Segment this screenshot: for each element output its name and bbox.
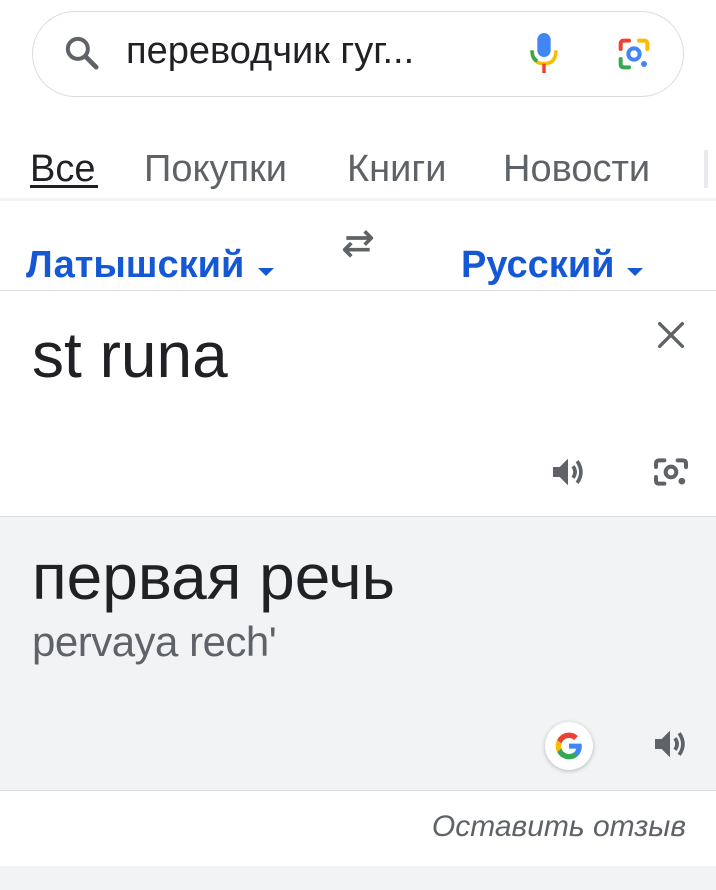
swap-languages-icon[interactable] [338,226,378,260]
source-language-label: Латышский [26,244,245,286]
feedback-link[interactable]: Оставить отзыв [432,810,686,844]
google-translate-button[interactable] [545,722,593,770]
target-language-select[interactable]: Русский [461,244,615,287]
close-icon[interactable] [654,318,688,352]
google-g-icon [555,732,582,760]
tab-news[interactable]: Новости [503,148,650,191]
speaker-icon[interactable] [548,452,588,492]
divider [0,290,716,291]
target-language-label: Русский [461,244,615,286]
active-tab-underline [30,185,98,188]
search-icon [65,36,99,70]
chevron-down-icon [627,268,643,276]
chevron-down-icon [258,268,274,276]
bottom-band [0,866,716,890]
tab-books[interactable]: Книги [347,148,446,191]
next-tab-edge[interactable] [704,150,708,188]
transliteration: pervaya rech' [32,618,277,665]
microphone-icon[interactable] [528,30,560,76]
source-text-input[interactable]: st runa [32,318,228,392]
divider [0,790,716,791]
tab-shopping[interactable]: Покупки [144,148,287,191]
source-language-select[interactable]: Латышский [26,244,244,287]
speaker-icon[interactable] [650,724,690,764]
tabs-separator [0,198,716,201]
google-lens-icon[interactable] [614,34,654,74]
camera-icon[interactable] [650,452,692,492]
search-input[interactable]: переводчик гуг... [126,30,414,73]
translation-result: первая речь [32,541,395,613]
